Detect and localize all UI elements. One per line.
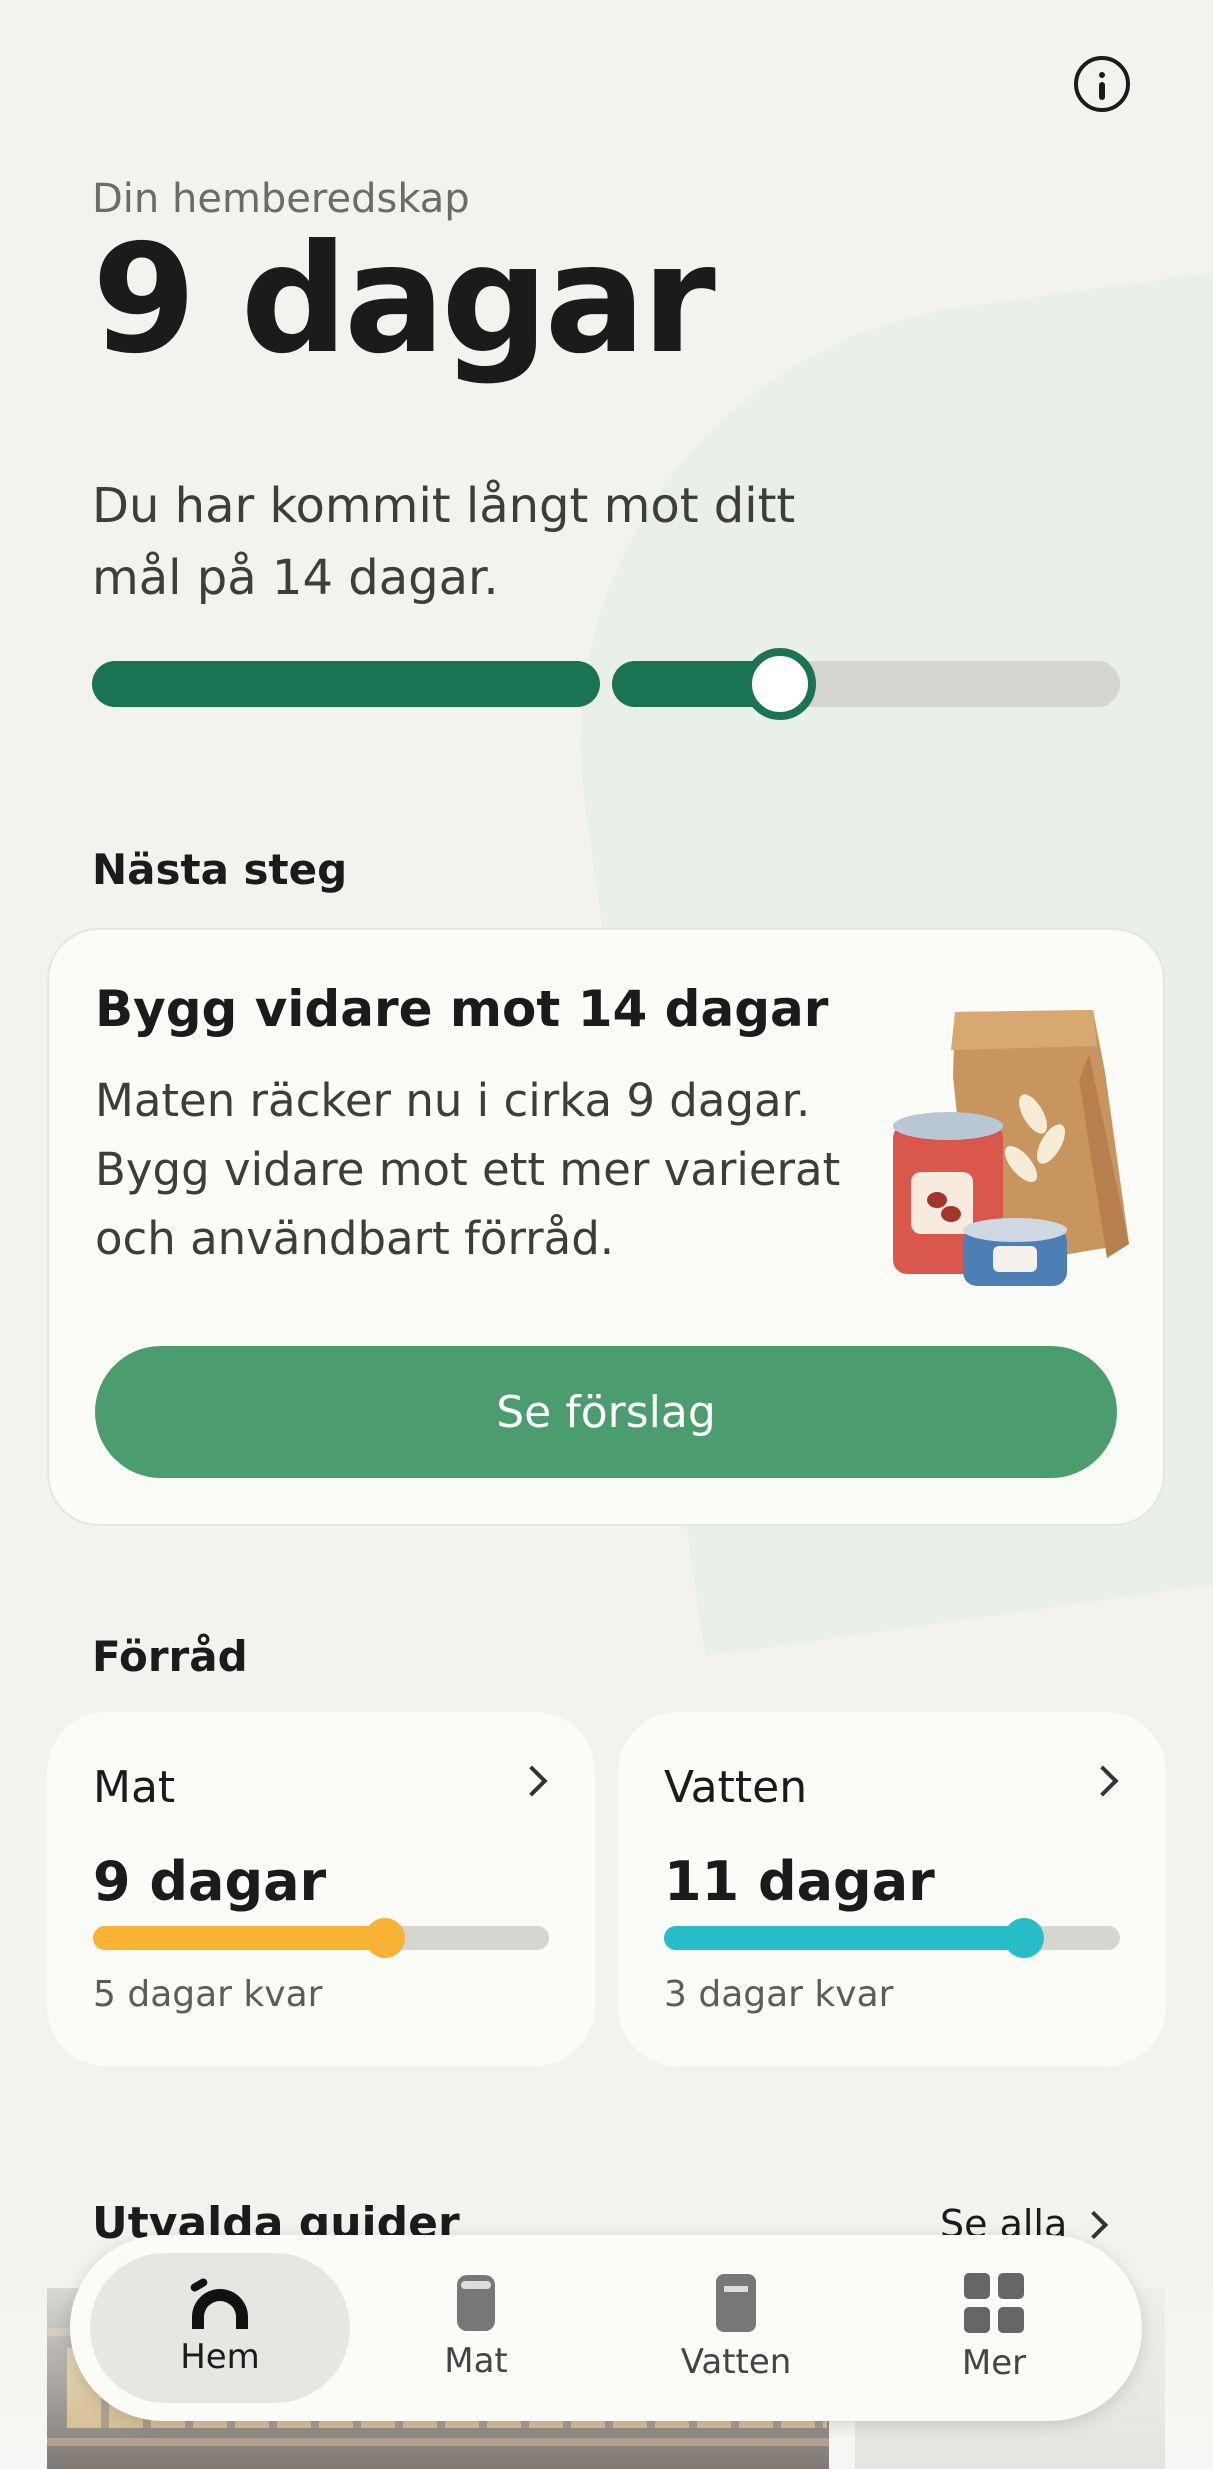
progress-segment-complete bbox=[92, 661, 600, 707]
stock-progress-fill bbox=[664, 1926, 1025, 1950]
stock-title: Förråd bbox=[92, 1632, 248, 1681]
nav-item-water[interactable]: Vatten bbox=[606, 2253, 866, 2403]
next-step-heading: Bygg vidare mot 14 dagar bbox=[95, 980, 829, 1038]
nav-item-food[interactable]: Mat bbox=[346, 2253, 606, 2403]
progress-thumb bbox=[744, 648, 817, 720]
stock-remaining: 3 dagar kvar bbox=[664, 1974, 894, 2015]
stock-card-food[interactable]: Mat 9 dagar 5 dagar kvar bbox=[47, 1712, 595, 2066]
stock-days: 9 dagar bbox=[93, 1850, 327, 1913]
nav-label: Hem bbox=[180, 2337, 260, 2377]
stock-progress-bar bbox=[664, 1918, 1120, 1958]
info-button[interactable] bbox=[1074, 56, 1130, 112]
nav-item-more[interactable]: Mer bbox=[864, 2253, 1124, 2403]
food-supplies-illustration bbox=[893, 994, 1133, 1294]
info-icon bbox=[1099, 72, 1105, 78]
stock-progress-fill bbox=[93, 1926, 385, 1950]
chevron-right-icon bbox=[516, 1765, 548, 1797]
stock-progress-thumb bbox=[364, 1918, 405, 1958]
goal-progress-text: Du har kommit långt mot ditt mål på 14 d… bbox=[92, 478, 796, 606]
next-step-description: Maten räcker nu i cirka 9 dagar. Bygg vi… bbox=[95, 1074, 841, 1265]
stock-remaining: 5 dagar kvar bbox=[93, 1974, 323, 2015]
next-step-title: Nästa steg bbox=[92, 845, 348, 894]
stock-card-water[interactable]: Vatten 11 dagar 3 dagar kvar bbox=[618, 1712, 1166, 2066]
can-icon bbox=[457, 2275, 495, 2331]
chevron-right-icon bbox=[1087, 1765, 1119, 1797]
goal-progress-bar bbox=[92, 648, 1120, 720]
grid-icon bbox=[964, 2273, 1024, 2333]
home-icon bbox=[189, 2277, 250, 2329]
preparedness-days: 9 dagar bbox=[92, 213, 716, 387]
water-jug-icon bbox=[716, 2274, 756, 2332]
nav-item-home[interactable]: Hem bbox=[90, 2253, 350, 2403]
nav-label: Vatten bbox=[680, 2342, 792, 2382]
nav-label: Mat bbox=[444, 2341, 508, 2381]
next-step-card: Bygg vidare mot 14 dagar Maten räcker nu… bbox=[47, 928, 1165, 1526]
nav-label: Mer bbox=[961, 2343, 1027, 2383]
chevron-right-icon bbox=[1079, 2210, 1109, 2240]
stock-progress-bar bbox=[93, 1918, 549, 1958]
stock-days: 11 dagar bbox=[664, 1850, 935, 1913]
bottom-navigation: Hem Mat Vatten Mer bbox=[70, 2235, 1142, 2421]
stock-name: Mat bbox=[93, 1762, 176, 1813]
stock-progress-thumb bbox=[1004, 1918, 1045, 1958]
see-suggestions-button[interactable]: Se förslag bbox=[95, 1346, 1117, 1478]
info-icon-bar bbox=[1099, 82, 1105, 100]
stock-name: Vatten bbox=[664, 1762, 808, 1813]
